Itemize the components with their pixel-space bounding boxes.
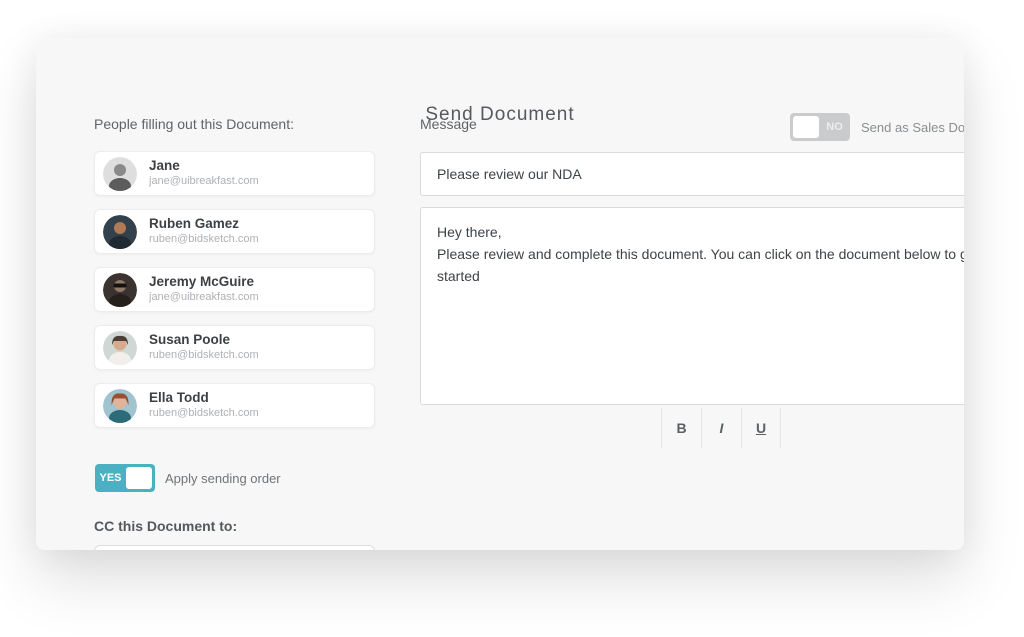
person-name: Ruben Gamez: [149, 216, 259, 233]
message-line: Please review and complete this document…: [437, 243, 964, 265]
send-document-modal: Send Document People filling out this Do…: [36, 38, 964, 550]
bold-button[interactable]: B: [661, 408, 701, 448]
message-section-heading: Message: [420, 116, 477, 132]
apply-sending-order-label: Apply sending order: [165, 471, 281, 486]
cc-section-heading: CC this Document to:: [94, 518, 237, 534]
avatar: [103, 389, 137, 423]
person-name: Jeremy McGuire: [149, 274, 259, 291]
page-background: Send Document People filling out this Do…: [0, 0, 1024, 637]
person-card-jeremy[interactable]: Jeremy McGuire jane@uibreakfast.com: [94, 267, 375, 312]
send-as-sales-doc-toggle[interactable]: NO: [790, 113, 850, 141]
people-section-heading: People filling out this Document:: [94, 116, 294, 132]
person-card-ella[interactable]: Ella Todd ruben@bidsketch.com: [94, 383, 375, 428]
person-email: ruben@bidsketch.com: [149, 407, 259, 421]
message-line: started: [437, 265, 964, 287]
person-card-ruben[interactable]: Ruben Gamez ruben@bidsketch.com: [94, 209, 375, 254]
send-as-sales-doc-label: Send as Sales Document: [861, 120, 964, 135]
message-line: Hey there,: [437, 221, 964, 243]
italic-button[interactable]: I: [701, 408, 741, 448]
person-email: jane@uibreakfast.com: [149, 291, 259, 305]
cc-input[interactable]: [94, 545, 375, 550]
person-name: Jane: [149, 158, 259, 175]
person-email: ruben@bidsketch.com: [149, 349, 259, 363]
person-email: ruben@bidsketch.com: [149, 233, 259, 247]
underline-button[interactable]: U: [741, 408, 781, 448]
avatar: [103, 215, 137, 249]
toggle-knob: [793, 116, 819, 138]
toggle-state-label: NO: [819, 121, 850, 133]
person-name: Ella Todd: [149, 390, 259, 407]
message-body-textarea[interactable]: Hey there, Please review and complete th…: [420, 207, 964, 405]
apply-sending-order-toggle[interactable]: YES: [95, 464, 155, 492]
avatar: [103, 273, 137, 307]
avatar: [103, 331, 137, 365]
person-card-jane[interactable]: Jane jane@uibreakfast.com: [94, 151, 375, 196]
person-email: jane@uibreakfast.com: [149, 175, 259, 189]
person-card-susan[interactable]: Susan Poole ruben@bidsketch.com: [94, 325, 375, 370]
avatar: [103, 157, 137, 191]
toggle-state-label: YES: [95, 472, 126, 484]
formatting-toolbar: B I U: [661, 408, 781, 448]
person-name: Susan Poole: [149, 332, 259, 349]
subject-input[interactable]: [420, 152, 964, 196]
toggle-knob: [126, 467, 152, 489]
